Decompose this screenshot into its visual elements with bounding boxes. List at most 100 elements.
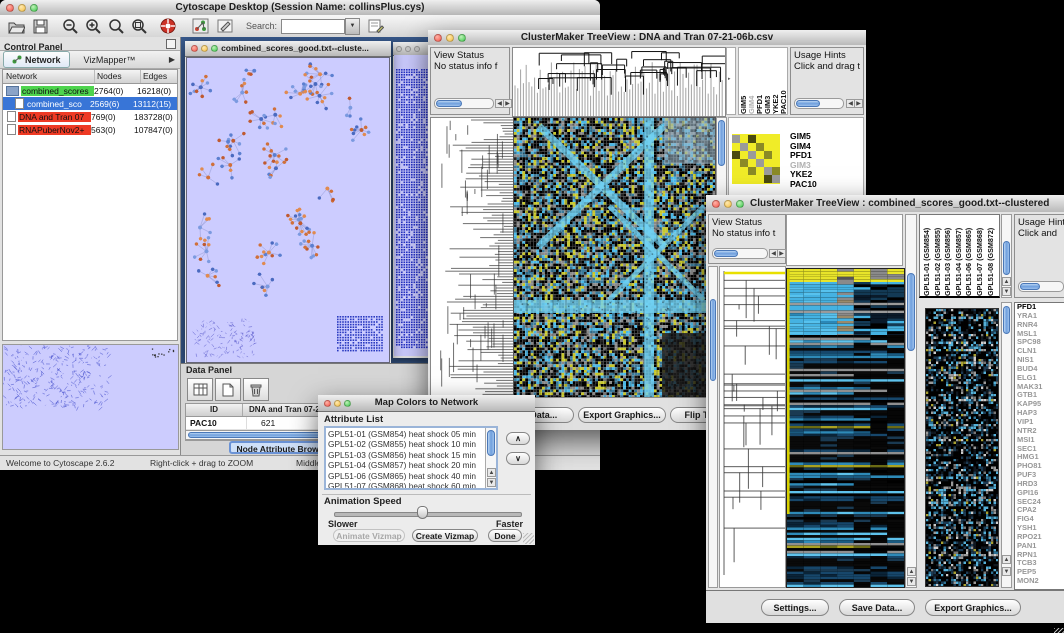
gene-list-item[interactable]: RNR4: [1015, 321, 1064, 330]
gene-list-item[interactable]: GIM4: [790, 142, 860, 152]
scroll-up-icon[interactable]: ▲: [907, 567, 916, 576]
new-attribute-icon[interactable]: [215, 378, 241, 401]
column-labels-vscrollbar[interactable]: ▲ ▼: [1001, 214, 1012, 298]
network-view-canvas[interactable]: [186, 57, 390, 363]
usage-hints-hscrollbar[interactable]: [794, 98, 844, 109]
row-dendrogram-canvas[interactable]: [719, 266, 786, 588]
correlation-matrix-canvas[interactable]: [732, 134, 780, 184]
gene-list-item[interactable]: PFD1: [1015, 303, 1064, 312]
gene-list-item[interactable]: MSI1: [1015, 436, 1064, 445]
dendrogram-vscrollbar[interactable]: [708, 266, 718, 588]
gene-list-item[interactable]: CLN1: [1015, 347, 1064, 356]
search-dropdown-icon[interactable]: ▼: [345, 18, 360, 35]
zoom-fit-icon[interactable]: [131, 18, 148, 34]
usage-hints-hscrollbar[interactable]: [1018, 281, 1064, 292]
done-button[interactable]: Done: [488, 529, 522, 542]
resize-grip[interactable]: [1054, 628, 1064, 633]
gene-list-item[interactable]: MSL1: [1015, 330, 1064, 339]
export-graphics-button[interactable]: Export Graphics...: [925, 599, 1021, 616]
gene-list-item[interactable]: MAK31: [1015, 383, 1064, 392]
background-network-window[interactable]: [393, 42, 431, 358]
gene-list-vscrollbar[interactable]: ▲ ▼: [1001, 302, 1012, 588]
annotation-icon[interactable]: [368, 18, 384, 34]
gene-list-item[interactable]: PHO81: [1015, 462, 1064, 471]
delete-attribute-icon[interactable]: [243, 378, 269, 401]
gene-list-item[interactable]: PAC10: [790, 180, 860, 190]
gene-list-item[interactable]: SPC98: [1015, 338, 1064, 347]
scroll-down-icon[interactable]: ▼: [907, 577, 916, 586]
dense-network-canvas[interactable]: [394, 55, 430, 356]
zoom-window-icon[interactable]: [414, 46, 420, 52]
gene-list-item[interactable]: SEC24: [1015, 498, 1064, 507]
gene-list-item[interactable]: PEP5: [1015, 568, 1064, 577]
gene-list-item[interactable]: HRD3: [1015, 480, 1064, 489]
gene-list-item[interactable]: FIG4: [1015, 515, 1064, 524]
treeview1-titlebar[interactable]: ClusterMaker TreeView : DNA and Tran 07-…: [428, 30, 866, 46]
gene-list-item[interactable]: KAP95: [1015, 400, 1064, 409]
gene-list-item[interactable]: YKE2: [790, 170, 860, 180]
gene-list-item[interactable]: TCB3: [1015, 559, 1064, 568]
network-view-titlebar[interactable]: combined_scores_good.txt--cluste...: [185, 41, 391, 57]
strip-arrow-icon[interactable]: ▸: [728, 76, 731, 82]
speed-slider-track[interactable]: [334, 512, 522, 517]
attribute-list-vscrollbar[interactable]: ▲ ▼: [485, 428, 496, 488]
heatmap-vscrollbar[interactable]: ▲ ▼: [905, 214, 917, 588]
gene-list-item[interactable]: GTB1: [1015, 391, 1064, 400]
network-table-row[interactable]: combined_scores2764(0)16218(0): [3, 84, 177, 97]
float-panel-icon[interactable]: [166, 39, 176, 49]
resize-grip[interactable]: [523, 533, 534, 544]
gene-list-item[interactable]: CPA2: [1015, 506, 1064, 515]
row-dendrogram-canvas[interactable]: [430, 117, 514, 399]
tab-overflow-icon[interactable]: ▶: [169, 55, 175, 64]
settings-button[interactable]: Settings...: [761, 599, 829, 616]
gene-list-item[interactable]: MON2: [1015, 577, 1064, 586]
attribute-list-item[interactable]: GPL51-03 (GSM856) heat shock 15 min: [328, 450, 494, 460]
attribute-list-item[interactable]: GPL51-06 (GSM865) heat shock 40 min: [328, 471, 494, 481]
tab-network[interactable]: Network: [3, 51, 70, 68]
zoom-selected-icon[interactable]: [108, 18, 125, 34]
gene-list-item[interactable]: VIP1: [1015, 418, 1064, 427]
network-table-row[interactable]: combined_sco2569(6)13112(15): [3, 97, 177, 110]
scroll-right-icon[interactable]: ▶: [854, 99, 863, 108]
gene-list-item[interactable]: ELG1: [1015, 374, 1064, 383]
network-view-window[interactable]: combined_scores_good.txt--cluste...: [185, 41, 391, 363]
scroll-down-icon[interactable]: ▼: [1002, 287, 1011, 296]
scroll-right-icon[interactable]: ▶: [777, 249, 786, 258]
attribute-list-item[interactable]: GPL51-04 (GSM857) heat shock 20 min: [328, 460, 494, 470]
gene-list-item[interactable]: SEC1: [1015, 445, 1064, 454]
create-vizmap-button[interactable]: Create Vizmap: [412, 529, 478, 542]
heatmap-canvas[interactable]: [513, 117, 716, 399]
scroll-right-icon[interactable]: ▶: [503, 99, 512, 108]
gene-list-item[interactable]: PUF3: [1015, 471, 1064, 480]
vizmapper-icon[interactable]: [217, 18, 234, 34]
search-input[interactable]: [281, 19, 345, 34]
save-data-button[interactable]: Save Data...: [839, 599, 915, 616]
gene-list-item[interactable]: HMG1: [1015, 453, 1064, 462]
table-mode-icon[interactable]: [187, 378, 213, 401]
speed-slider-thumb[interactable]: [417, 506, 428, 519]
export-graphics-button[interactable]: Export Graphics...: [578, 407, 666, 423]
gene-list-item[interactable]: RPO21: [1015, 533, 1064, 542]
gene-list-item[interactable]: NTR2: [1015, 427, 1064, 436]
open-icon[interactable]: [8, 19, 25, 34]
gene-list-item[interactable]: GIM5: [790, 132, 860, 142]
tab-vizmapper[interactable]: VizMapper™: [84, 55, 136, 65]
gene-list-item[interactable]: RPN1: [1015, 551, 1064, 560]
global-heatmap-canvas[interactable]: [925, 308, 999, 587]
zoom-out-icon[interactable]: [62, 18, 79, 34]
scroll-up-icon[interactable]: ▲: [1002, 555, 1011, 564]
attribute-list-item[interactable]: GPL51-01 (GSM854) heat shock 05 min: [328, 429, 494, 439]
zoom-in-icon[interactable]: [85, 18, 102, 34]
gene-list-item[interactable]: PAN1: [1015, 542, 1064, 551]
attribute-list-item[interactable]: GPL51-02 (GSM855) heat shock 10 min: [328, 439, 494, 449]
network-table-row[interactable]: DNA and Tran 07769(0)183728(0): [3, 110, 177, 123]
gene-list-item[interactable]: HAP3: [1015, 409, 1064, 418]
scroll-down-icon[interactable]: ▼: [1002, 567, 1011, 576]
gene-list-item[interactable]: GIM3: [790, 161, 860, 171]
col-header-network[interactable]: Network: [3, 70, 95, 83]
scroll-up-icon[interactable]: ▲: [487, 468, 496, 477]
network-table-row[interactable]: RNAPuberNov2+563(0)107847(0): [3, 123, 177, 136]
minimize-icon[interactable]: [405, 46, 411, 52]
dialog-titlebar[interactable]: Map Colors to Network: [318, 395, 535, 412]
scroll-down-icon[interactable]: ▼: [487, 478, 496, 487]
